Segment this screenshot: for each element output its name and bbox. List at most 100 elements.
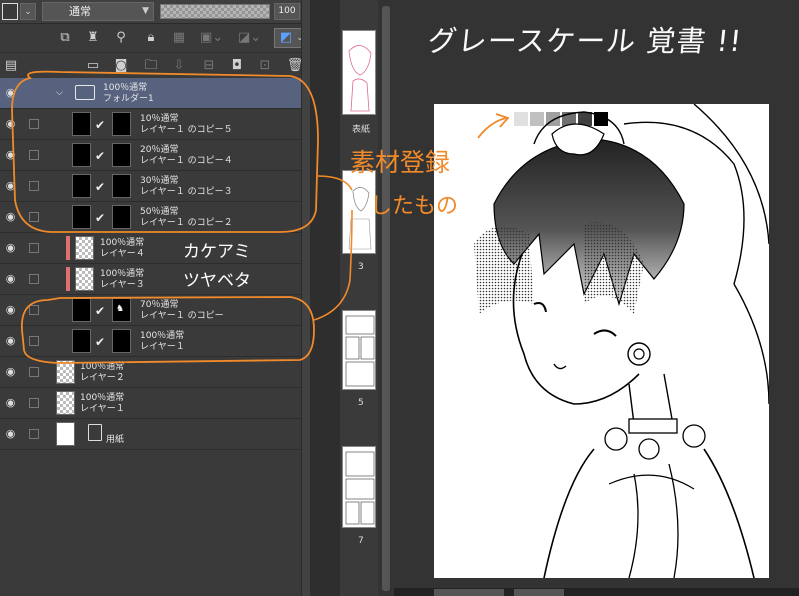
status-segment[interactable] [434, 589, 504, 596]
mask-link-check-icon[interactable]: ✔ [95, 180, 105, 194]
mask-link-check-icon[interactable]: ✔ [95, 335, 105, 349]
layer-row[interactable]: ◉ 100％通常 レイヤー２ [0, 357, 301, 388]
mask-icon[interactable]: ◪⌄ [238, 29, 261, 47]
chip-dropdown[interactable]: ⌄ [20, 3, 36, 20]
mask-apply-icon[interactable]: ⊡ [256, 57, 274, 75]
new-vector-icon[interactable]: ◙ [112, 57, 130, 75]
layer-name: レイヤー４ [100, 249, 145, 259]
layer-thumbnail [72, 112, 91, 136]
page-thumbnail[interactable] [342, 446, 376, 528]
layer-mode-label: 100％通常 [80, 393, 125, 403]
lighthouse-icon[interactable]: ♜ [84, 29, 102, 47]
lock-alpha-icon[interactable]: ▦ [170, 29, 188, 47]
layer-row[interactable]: ◉ ✔ 100％通常 レイヤー１ [0, 326, 301, 357]
merge-icon[interactable]: ⊟ [200, 57, 218, 75]
eye-icon[interactable]: ◉ [3, 304, 18, 316]
eye-icon[interactable]: ◉ [3, 366, 18, 378]
annotation-sozai-line2: したもの [370, 194, 459, 219]
layer-name: レイヤー１ のコピー２ [140, 218, 233, 228]
layer-mode-label: 20％通常 [140, 145, 179, 155]
handwritten-title: グレースケール 覚書 !! [426, 24, 744, 58]
page-strip-scrollbar[interactable] [378, 0, 394, 596]
layer-row[interactable]: ◉ 100％通常 レイヤー４ [0, 233, 301, 264]
eye-icon[interactable]: ◉ [3, 397, 18, 409]
layer-select-checkbox[interactable] [29, 150, 39, 160]
status-segment[interactable] [514, 589, 564, 596]
layer-row[interactable]: ◉ ✔ ♞ 70％通常 レイヤー１ のコピー [0, 295, 301, 326]
layer-select-checkbox[interactable] [29, 429, 39, 439]
layer-name: レイヤー１ のコピー４ [140, 156, 233, 166]
canvas-status-bar [394, 588, 799, 596]
eye-icon[interactable]: ◉ [3, 149, 18, 161]
layer-row[interactable]: ◉ 100％通常 レイヤー１ [0, 388, 301, 419]
clip-icon[interactable]: ▣⌄ [200, 29, 223, 47]
mask-link-check-icon[interactable]: ✔ [95, 118, 105, 132]
manga-illustration [474, 104, 769, 578]
blend-mode-select[interactable]: 通常 ▼ [42, 2, 154, 21]
opacity-value-field[interactable]: 100 [274, 3, 300, 20]
eye-icon[interactable]: ◉ [3, 211, 18, 223]
eye-icon[interactable]: ◉ [3, 273, 18, 285]
layer-color-chip[interactable] [2, 3, 18, 20]
reference-icon[interactable]: ⚲ [112, 29, 130, 47]
page-thumbnail-art [345, 451, 375, 525]
layer-select-checkbox[interactable] [29, 274, 39, 284]
opacity-slider[interactable] [160, 4, 270, 19]
canvas-artboard[interactable] [434, 104, 769, 578]
transfer-down-icon[interactable]: ⇩ [170, 57, 188, 75]
layer-select-checkbox[interactable] [29, 88, 39, 98]
layer-row[interactable]: ◉ ✔ 10％通常 レイヤー１ のコピー５ [0, 109, 301, 140]
layer-thumbnail [72, 205, 91, 229]
layer-row[interactable]: ◉ ✔ 50％通常 レイヤー１ のコピー２ [0, 202, 301, 233]
layer-name: レイヤー１ [140, 342, 185, 352]
eye-icon[interactable]: ◉ [3, 180, 18, 192]
layer-row-paper[interactable]: ◉ 用紙 [0, 419, 301, 450]
eye-icon[interactable]: ◉ [3, 242, 18, 254]
layer-select-checkbox[interactable] [29, 305, 39, 315]
layer-select-checkbox[interactable] [29, 181, 39, 191]
mask-link-check-icon[interactable]: ✔ [95, 211, 105, 225]
layer-row-folder-1[interactable]: ◉ ⌵ 100％通常 フォルダー1 [0, 78, 301, 109]
new-raster-layer-icon[interactable]: ⧉ [56, 29, 74, 47]
layer-panel: ⌄ 通常 ▼ 100 ▲▼ ⧉ ♜ ⚲ 🔒︎ ▦ ▣⌄ ◪⌄ ◩ ⌄ ▤ ▭ ◙… [0, 0, 310, 596]
eye-icon[interactable]: ◉ [3, 118, 18, 130]
layer-select-checkbox[interactable] [29, 243, 39, 253]
scrollbar-thumb[interactable] [382, 6, 390, 591]
layer-name: レイヤー１ [80, 404, 125, 414]
layer-row[interactable]: ◉ ✔ 30％通常 レイヤー１ のコピー３ [0, 171, 301, 202]
canvas-area: グレースケール 覚書 !! [394, 0, 799, 596]
eye-icon[interactable]: ◉ [3, 335, 18, 347]
annotation-karakami: カケアミ [183, 242, 251, 262]
layer-thumbnail [72, 298, 91, 322]
layer-name: レイヤー１ のコピー [140, 311, 224, 321]
new-folder-icon[interactable]: 🗀︎ [142, 57, 160, 75]
eye-icon[interactable]: ◉ [3, 428, 18, 440]
page-thumbnail[interactable] [342, 310, 376, 390]
mask-link-check-icon[interactable]: ✔ [95, 149, 105, 163]
page-thumbnail-art [345, 315, 375, 387]
layer-select-checkbox[interactable] [29, 336, 39, 346]
annotation-tsuyabeta: ツヤベタ [183, 271, 251, 291]
lock-icon[interactable]: 🔒︎ [142, 29, 160, 47]
new-layer-icon[interactable]: ▭ [84, 57, 102, 75]
chevron-down-icon[interactable]: ⌵ [56, 88, 63, 98]
mask-thumbnail [112, 174, 131, 198]
layer-thumbnail [72, 143, 91, 167]
paper-icon [88, 424, 102, 441]
layer-name: レイヤー３ [100, 280, 145, 290]
layer-panel-scrollbar[interactable] [301, 0, 310, 596]
layer-row[interactable]: ◉ ✔ 20％通常 レイヤー１ のコピー４ [0, 140, 301, 171]
layer-select-checkbox[interactable] [29, 212, 39, 222]
layer-panel-icon[interactable]: ▤ [2, 57, 20, 75]
folder-icon [75, 85, 95, 100]
layer-select-checkbox[interactable] [29, 119, 39, 129]
layer-name: レイヤー１ のコピー３ [140, 187, 233, 197]
eye-icon[interactable]: ◉ [3, 87, 18, 99]
layer-select-checkbox[interactable] [29, 398, 39, 408]
page-thumbnail[interactable] [342, 30, 376, 115]
layer-row[interactable]: ◉ 100％通常 レイヤー３ [0, 264, 301, 295]
mask-create-icon[interactable]: ◘ [228, 57, 246, 75]
layer-select-checkbox[interactable] [29, 367, 39, 377]
layer-mode-label: 100％通常 [140, 331, 185, 341]
mask-link-check-icon[interactable]: ✔ [95, 304, 105, 318]
